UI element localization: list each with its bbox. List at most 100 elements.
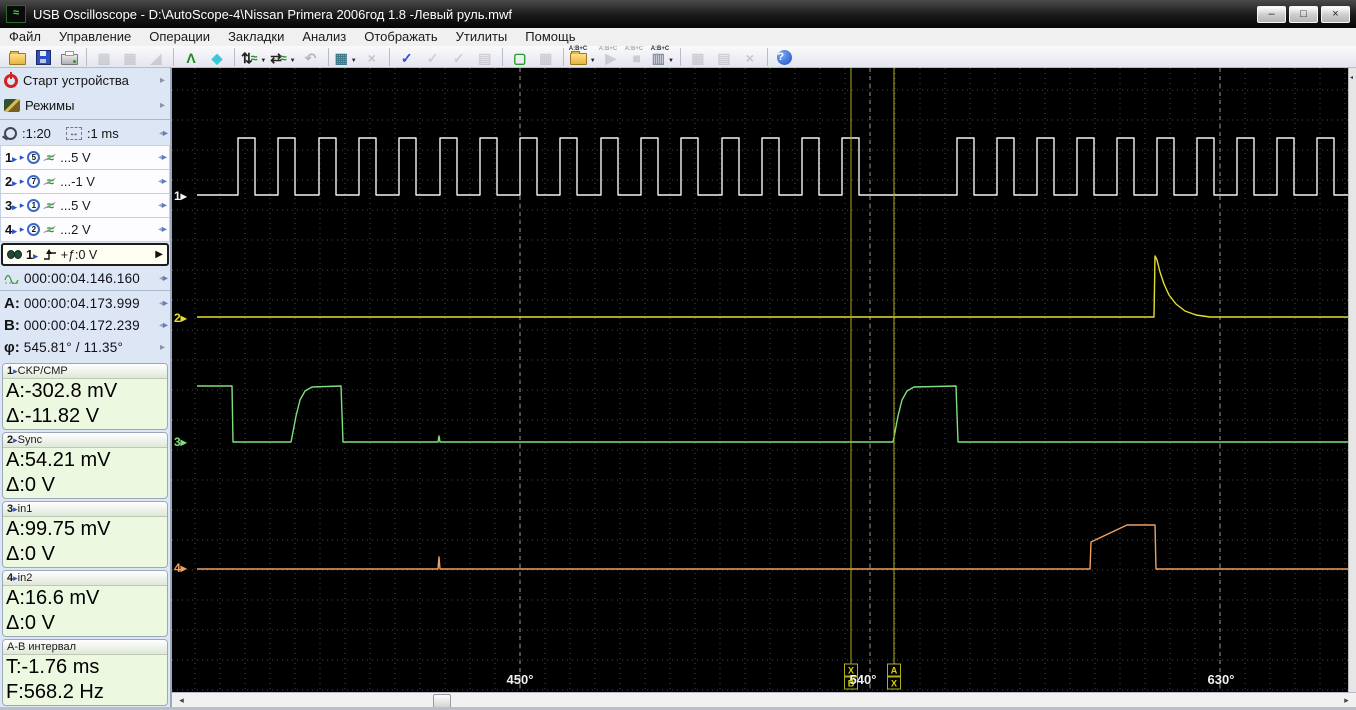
phase-label: φ: bbox=[4, 338, 20, 356]
scroll-thumb[interactable] bbox=[433, 694, 451, 708]
help-button[interactable] bbox=[772, 46, 798, 67]
scope-plot-area[interactable]: 1▸ 2▸ 3▸ 4▸ X B A X 450° 540° 630° bbox=[172, 68, 1348, 692]
divider bbox=[0, 119, 170, 120]
vertical-scale-button[interactable]: ⇅ ≈ ▼ bbox=[239, 46, 268, 67]
waveform-channel-4 bbox=[197, 524, 1348, 570]
channel-4-settings-row[interactable]: 4▸ ▸ 2 ≈ ...2 V ◂▸ bbox=[0, 217, 170, 242]
menu-item[interactable]: Операции bbox=[140, 28, 219, 46]
impulse-mode-button[interactable]: Λ bbox=[178, 46, 204, 67]
sine-time-icon bbox=[4, 274, 19, 284]
select-region-button[interactable]: ▢ bbox=[507, 46, 533, 67]
coupling-sine-icon: ≈ bbox=[43, 150, 57, 165]
scroll-left-button[interactable]: ◂ bbox=[174, 694, 189, 707]
panel-header: 4▸in2 bbox=[3, 571, 167, 586]
x-axis-degree-label: 630° bbox=[1208, 672, 1235, 687]
channel-number: 4▸ bbox=[5, 222, 17, 237]
chart-view-button[interactable]: ▦ ▼ bbox=[333, 46, 359, 67]
menu-item[interactable]: Управление bbox=[50, 28, 140, 46]
dropdown-arrow-icon[interactable]: ▼ bbox=[668, 58, 674, 64]
scale-row[interactable]: :1:20 ↔ :1 ms ◂▸ bbox=[0, 121, 170, 145]
dropdown-arrow-icon[interactable]: ▼ bbox=[590, 58, 596, 64]
adjust-arrows[interactable]: ◂▸ bbox=[159, 298, 168, 309]
horizontal-scale-button[interactable]: ⇄ ≈ ▼ bbox=[268, 46, 297, 67]
dropdown-arrow-icon[interactable]: ▼ bbox=[351, 58, 357, 64]
menu-item[interactable]: Отображать bbox=[355, 28, 446, 46]
adjust-arrows[interactable]: ◂▸ bbox=[158, 176, 167, 187]
apply-down-button: ✓ bbox=[420, 46, 446, 67]
cursor-a-row: A: 000:00:04.173.999 ◂▸ bbox=[0, 292, 170, 314]
marker-mode-button[interactable]: ◆ bbox=[204, 46, 230, 67]
menu-item[interactable]: Закладки bbox=[219, 28, 293, 46]
collapse-arrow-icon: ◂ bbox=[1350, 75, 1354, 81]
adjust-arrows[interactable]: ◂▸ bbox=[158, 200, 167, 211]
rising-edge-icon bbox=[43, 249, 56, 260]
open-file-button[interactable] bbox=[4, 46, 30, 67]
toolbar-separator bbox=[388, 47, 390, 66]
horizontal-scrollbar[interactable]: ◂ ▸ bbox=[172, 692, 1356, 708]
adjust-arrows[interactable]: ◂▸ bbox=[158, 152, 167, 163]
doc-report-button: ▤ bbox=[711, 46, 737, 67]
chart-report-icon: ▦ bbox=[691, 50, 705, 66]
play-icon[interactable]: ▶ bbox=[155, 249, 163, 260]
abc-panel-icon: ▥ bbox=[651, 50, 665, 66]
adjust-arrows[interactable]: ◂▸ bbox=[159, 320, 168, 331]
menu-item[interactable]: Утилиты bbox=[447, 28, 517, 46]
scroll-right-button[interactable]: ▸ bbox=[1339, 694, 1354, 707]
channel-1-marker[interactable]: 1▸ bbox=[174, 189, 188, 203]
adjust-arrows[interactable]: ◂▸ bbox=[159, 128, 168, 139]
save-file-button[interactable] bbox=[30, 46, 56, 67]
menu-item[interactable]: Анализ bbox=[293, 28, 355, 46]
dropdown-arrow-icon[interactable]: ▼ bbox=[260, 58, 266, 64]
waveform-channel-2 bbox=[197, 255, 1348, 318]
abc-open-button[interactable]: A:B+C ▼ bbox=[568, 46, 598, 67]
channel-1-settings-row[interactable]: 1▸ ▸ 5 ≈ ...5 V ◂▸ bbox=[0, 145, 170, 169]
save-fragment-icon: ▦ bbox=[97, 50, 111, 66]
abc-run-button: A:B+C ▶ bbox=[598, 46, 624, 67]
panel-header: 3▸in1 bbox=[3, 502, 167, 517]
marker-mode-icon: ◆ bbox=[211, 50, 223, 66]
menu-item[interactable]: Файл bbox=[0, 28, 50, 46]
menu-item[interactable]: Помощь bbox=[516, 28, 584, 46]
panel-value-2: F:568.2 Hz bbox=[6, 681, 104, 703]
start-device-button[interactable]: Старт устройства ▸ bbox=[0, 68, 170, 93]
toolbar-separator bbox=[766, 47, 768, 66]
abc-panel-button[interactable]: A:B+C ▥ ▼ bbox=[650, 46, 676, 67]
start-device-label: Старт устройства bbox=[23, 73, 129, 88]
minimize-button[interactable]: – bbox=[1257, 5, 1286, 23]
print-button[interactable] bbox=[56, 46, 82, 67]
close-button[interactable]: × bbox=[1321, 5, 1350, 23]
toolbar-separator bbox=[501, 47, 503, 66]
panel-value-1: T:-1.76 ms bbox=[6, 656, 100, 678]
channel-3-marker[interactable]: 3▸ bbox=[174, 435, 188, 449]
panel-value-1: A:99.75 mV bbox=[6, 518, 111, 540]
adjust-arrows[interactable]: ◂▸ bbox=[159, 273, 168, 284]
right-splitter[interactable]: ◂ bbox=[1348, 68, 1356, 692]
usb-oscilloscope-window: ≈ USB Oscilloscope - D:\AutoScope-4\Niss… bbox=[0, 0, 1356, 710]
panel-header: A-B интервал bbox=[3, 640, 167, 655]
measurement-panels: 1▸CKP/CMP A:-302.8 mV Δ:-11.82 V 2▸Sync A:54… bbox=[0, 362, 170, 708]
toolbar-separator bbox=[679, 47, 681, 66]
select-region-icon: ▢ bbox=[513, 50, 527, 66]
measure-panel-in1: 3▸in1 A:99.75 mV Δ:0 V bbox=[2, 501, 168, 568]
sidebar: Старт устройства ▸ Режимы ▸ :1:20 ↔ :1 m… bbox=[0, 68, 172, 707]
channel-4-marker[interactable]: 4▸ bbox=[174, 561, 188, 575]
channel-2-marker[interactable]: 2▸ bbox=[174, 311, 188, 325]
save-fragment-as-button: ▦ bbox=[117, 46, 143, 67]
channel-3-settings-row[interactable]: 3▸ ▸ 1 ≈ ...5 V ◂▸ bbox=[0, 193, 170, 217]
trigger-row[interactable]: 1▸ +ƒ:0 V ▶ bbox=[1, 243, 169, 266]
edit-fragment-button: ◢ bbox=[143, 46, 169, 67]
maximize-button[interactable]: □ bbox=[1289, 5, 1318, 23]
dropdown-arrow-icon[interactable]: ▼ bbox=[290, 58, 296, 64]
apply-check-button[interactable]: ✓ bbox=[394, 46, 420, 67]
cursor-flag-label: A bbox=[891, 666, 898, 676]
chevron-right-icon: ▸ bbox=[159, 100, 165, 111]
channel-2-settings-row[interactable]: 2▸ ▸ 7 ≈ ...-1 V ◂▸ bbox=[0, 169, 170, 193]
adjust-arrows[interactable]: ◂▸ bbox=[158, 224, 167, 235]
print-icon bbox=[60, 51, 78, 65]
undo-icon: ↶ bbox=[304, 50, 317, 66]
modes-button[interactable]: Режимы ▸ bbox=[0, 93, 170, 118]
panel-value-2: Δ:0 V bbox=[6, 612, 55, 634]
save-fragment-as-icon: ▦ bbox=[123, 50, 137, 66]
sweep-value: :1 ms bbox=[86, 125, 119, 141]
probe-arrow-icon: ▸ bbox=[19, 224, 25, 234]
